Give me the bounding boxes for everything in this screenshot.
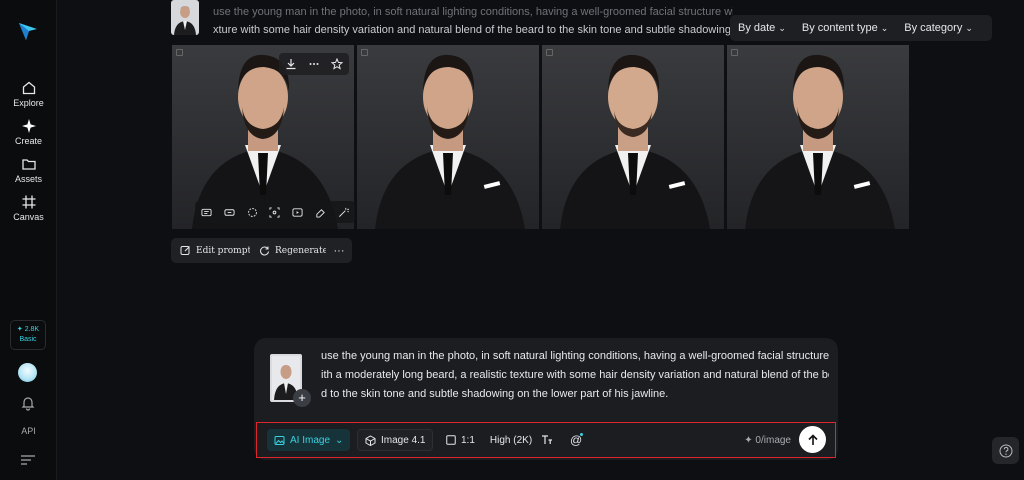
credits-amount: 2.8K xyxy=(24,326,40,333)
folder-icon xyxy=(21,159,36,170)
filter-by-date[interactable]: By date ⌄ xyxy=(730,22,794,34)
regenerate-label: Regenerate xyxy=(275,245,328,256)
mode-label: AI Image xyxy=(290,434,331,446)
text-style-button[interactable] xyxy=(534,429,560,451)
sidebar-item-explore[interactable]: Explore xyxy=(0,80,57,108)
eraser-icon[interactable] xyxy=(315,207,326,218)
portrait-image xyxy=(375,54,525,229)
image-edit-toolbar xyxy=(195,201,355,223)
cost-label: 0/image xyxy=(755,435,791,446)
sidebar-item-label: Canvas xyxy=(13,212,44,222)
help-button[interactable] xyxy=(992,437,1019,464)
chevron-down-icon: ⌄ xyxy=(335,434,344,446)
mention-button[interactable]: @ xyxy=(563,429,589,451)
edit-prompt-button[interactable]: Edit prompt xyxy=(171,238,261,263)
filter-by-content-type[interactable]: By content type ⌄ xyxy=(794,22,896,34)
star-icon[interactable] xyxy=(331,58,344,70)
prompt-line: use the young man in the photo, in soft … xyxy=(321,350,829,362)
prompt-line: d to the skin tone and subtle shadowing … xyxy=(321,388,669,400)
filter-label: By date xyxy=(738,22,776,34)
avatar[interactable] xyxy=(18,363,37,382)
sidebar-item-canvas[interactable]: Canvas xyxy=(0,194,57,222)
prompt-line: ith a moderately long beard, a realistic… xyxy=(321,369,829,381)
ratio-label: 1:1 xyxy=(461,434,475,446)
cube-icon xyxy=(365,434,376,446)
sidebar-item-assets[interactable]: Assets xyxy=(0,156,57,184)
api-link[interactable]: API xyxy=(0,426,57,436)
ratio-quality-select[interactable]: 1:1 High (2K) xyxy=(439,429,539,451)
portrait-thumbnail-image xyxy=(171,0,199,35)
edit-prompt-label: Edit prompt xyxy=(196,245,252,256)
more-icon: ··· xyxy=(333,244,345,257)
image-icon xyxy=(274,435,285,445)
chevron-down-icon: ⌄ xyxy=(880,23,889,33)
filter-label: By category xyxy=(904,22,963,34)
sidebar-item-label: Explore xyxy=(13,98,44,108)
filter-bar: By date ⌄ By content type ⌄ By category ⌄ xyxy=(730,15,992,41)
regenerate-button[interactable]: Regenerate xyxy=(250,238,337,263)
filter-label: By content type xyxy=(801,22,878,34)
generated-image[interactable] xyxy=(542,45,724,229)
chevron-down-icon: ⌄ xyxy=(778,23,786,33)
sidebar-item-label: Create xyxy=(14,136,42,146)
prompt-composer: + use the young man in the photo, in sof… xyxy=(254,338,838,460)
retouch-icon[interactable] xyxy=(247,207,258,218)
logo-icon[interactable] xyxy=(17,20,39,42)
select-checkbox[interactable] xyxy=(546,49,553,56)
prompt-input[interactable]: use the young man in the photo, in soft … xyxy=(321,347,829,404)
more-options-button[interactable]: ··· xyxy=(326,238,352,263)
reference-thumbnail[interactable] xyxy=(171,0,199,35)
portrait-image xyxy=(560,54,710,229)
generated-image[interactable] xyxy=(727,45,909,229)
sidebar-item-create[interactable]: Create xyxy=(0,118,57,146)
sparkle-icon: ✦ xyxy=(744,435,753,446)
download-icon[interactable] xyxy=(285,58,297,70)
hd-icon[interactable] xyxy=(201,207,212,218)
mode-select[interactable]: AI Image ⌄ xyxy=(267,429,351,451)
text-size-icon xyxy=(542,435,552,444)
select-checkbox[interactable] xyxy=(731,49,738,56)
aspect-ratio-icon xyxy=(446,435,456,445)
sparkle-icon xyxy=(21,119,36,133)
edit-icon xyxy=(180,246,190,255)
frame-icon xyxy=(22,195,35,209)
expand-icon[interactable] xyxy=(224,207,235,218)
prompt-line: use the young man in the photo, in soft … xyxy=(213,6,733,18)
model-label: Image 4.1 xyxy=(381,434,426,446)
generate-button[interactable] xyxy=(799,426,826,453)
generated-image[interactable] xyxy=(357,45,539,229)
sidebar-item-label: Assets xyxy=(14,174,42,184)
select-checkbox[interactable] xyxy=(361,49,368,56)
menu-icon[interactable] xyxy=(20,454,36,466)
notification-dot xyxy=(580,433,584,436)
quality-label: High (2K) xyxy=(489,434,533,446)
image-hover-actions xyxy=(279,53,349,75)
credit-cost: ✦ 0/image xyxy=(744,435,791,446)
prompt-line: xture with some hair density variation a… xyxy=(213,24,733,36)
chevron-down-icon: ⌄ xyxy=(965,23,973,33)
select-checkbox[interactable] xyxy=(176,49,183,56)
arrow-up-icon xyxy=(807,433,818,445)
credits-badge[interactable]: ✦ 2.8K Basic xyxy=(10,320,46,350)
bell-icon[interactable] xyxy=(20,395,36,411)
magic-wand-icon[interactable] xyxy=(338,207,349,218)
help-icon xyxy=(999,444,1012,457)
filter-by-category[interactable]: By category ⌄ xyxy=(896,22,981,34)
more-icon[interactable] xyxy=(308,58,320,70)
generation-settings-bar: AI Image ⌄ Image 4.1 1:1 High (2K) @ ✦ 0… xyxy=(256,422,836,458)
crop-icon[interactable] xyxy=(269,206,280,218)
video-icon[interactable] xyxy=(292,207,303,218)
sidebar: Explore Create Assets Canvas ✦ 2.8K Basi… xyxy=(0,0,57,480)
sparkle-icon: ✦ xyxy=(16,326,23,333)
add-image-button[interactable]: + xyxy=(293,389,311,407)
refresh-icon xyxy=(260,246,269,256)
previous-prompt-text: use the young man in the photo, in soft … xyxy=(213,0,733,38)
plan-label: Basic xyxy=(19,336,37,343)
portrait-image xyxy=(745,54,895,229)
home-icon xyxy=(22,81,35,95)
model-select[interactable]: Image 4.1 xyxy=(357,429,434,451)
